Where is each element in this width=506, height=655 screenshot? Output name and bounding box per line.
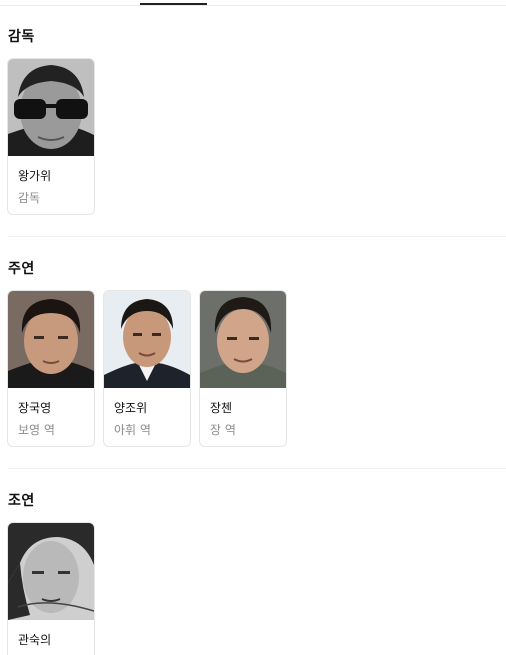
person-role: 아휘 역 [114,423,151,437]
person-name: 장첸 [210,401,233,415]
section-divider [8,468,506,469]
person-name: 관숙의 [18,633,52,647]
person-role: 보영 역 [18,423,55,437]
person-card-lead-3[interactable]: 장첸 장 역 [199,290,287,447]
person-photo [200,291,286,388]
person-photo [8,523,94,620]
person-card-director[interactable]: 왕가위 감독 [7,58,95,215]
person-role: 감독 [18,191,41,205]
section-title-supporting: 조연 [8,493,35,509]
person-photo [104,291,190,388]
person-card-supporting-1[interactable]: 관숙의 [7,522,95,655]
tab-bar [0,0,506,6]
section-divider [8,236,506,237]
person-card-lead-2[interactable]: 양조위 아휘 역 [103,290,191,447]
person-card-lead-1[interactable]: 장국영 보영 역 [7,290,95,447]
person-name: 왕가위 [18,169,52,183]
section-title-lead: 주연 [8,261,35,277]
section-title-director: 감독 [8,29,35,45]
person-photo [8,291,94,388]
person-role: 장 역 [210,423,236,437]
active-tab-indicator [140,3,207,5]
person-name: 양조위 [114,401,148,415]
person-name: 장국영 [18,401,52,415]
person-photo [8,59,94,156]
cast-page: 감독 왕가위 감독 주연 장국영 보영 역 양조위 아휘 역 장첸 장 역 조연… [0,0,506,655]
